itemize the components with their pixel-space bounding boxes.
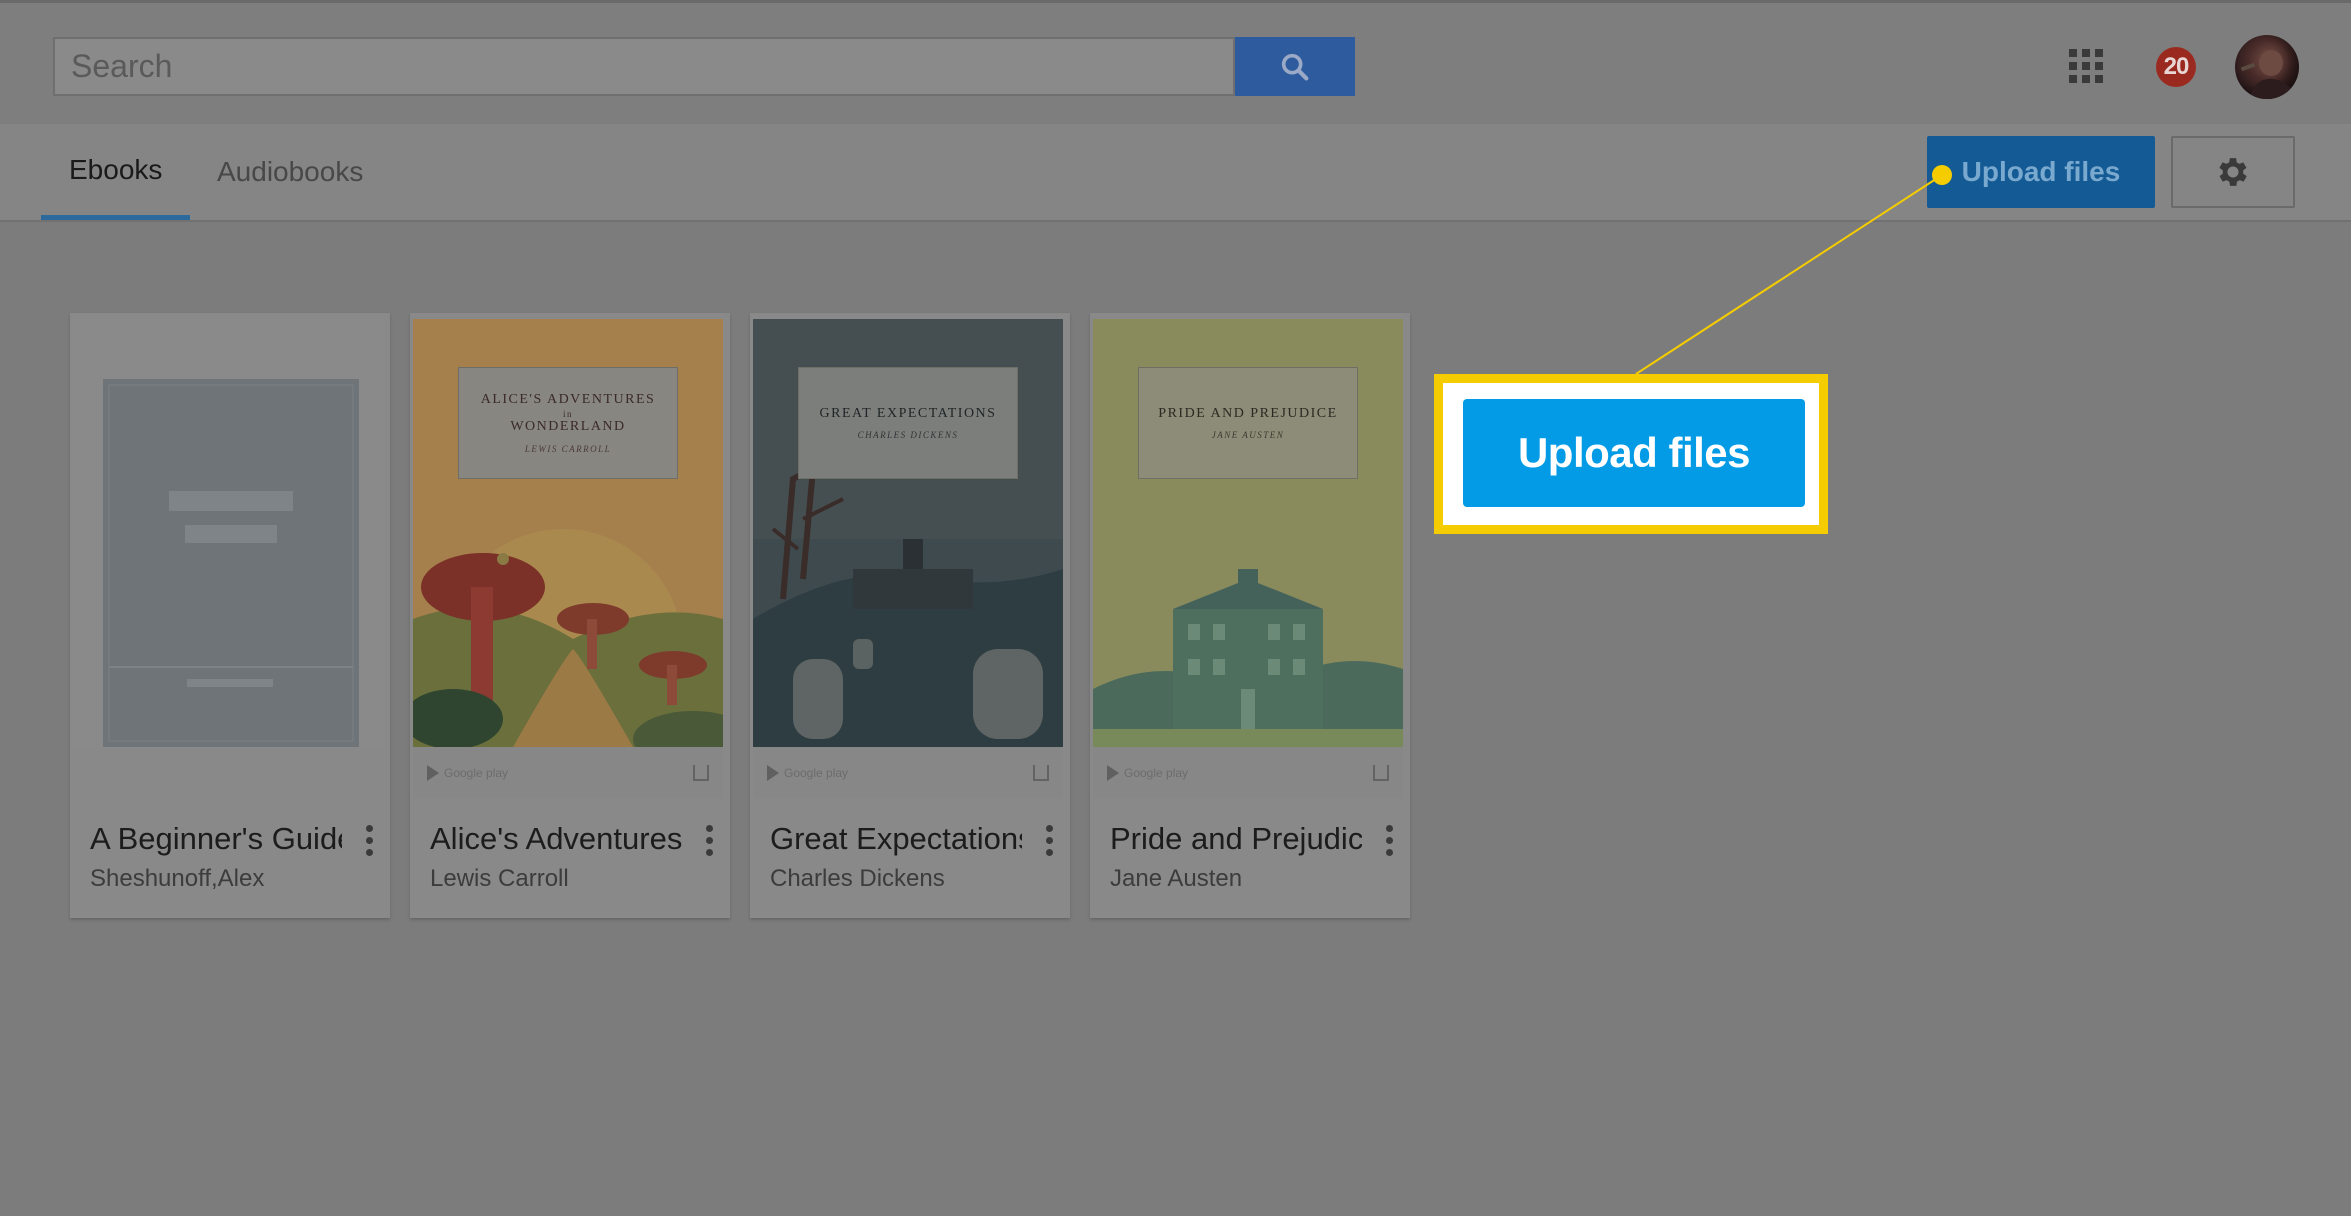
book-info: Great Expectations Charles Dickens xyxy=(750,803,1070,918)
book-cover[interactable]: PRIDE AND PREJUDICE JANE AUSTEN xyxy=(1093,319,1403,747)
cover-label: PRIDE AND PREJUDICE JANE AUSTEN xyxy=(1138,367,1358,479)
book-card[interactable]: ALICE'S ADVENTURES in WONDERLAND LEWIS C… xyxy=(410,313,730,918)
tab-audiobooks[interactable]: Audiobooks xyxy=(189,124,391,220)
book-card[interactable]: A Beginner's Guide Sheshunoff,Alex xyxy=(70,313,390,918)
google-play-logo: Google play xyxy=(767,765,848,781)
more-options-icon[interactable] xyxy=(366,825,374,856)
tab-bar: Ebooks Audiobooks Upload files xyxy=(0,124,2351,222)
book-info: Pride and Prejudice Jane Austen xyxy=(1090,803,1410,918)
google-play-strip: Google play xyxy=(1093,747,1403,799)
gear-icon xyxy=(2219,158,2247,186)
book-title[interactable]: A Beginner's Guide xyxy=(90,821,342,857)
cover-label: ALICE'S ADVENTURES in WONDERLAND LEWIS C… xyxy=(458,367,678,479)
search-icon xyxy=(1281,53,1309,80)
book-cover[interactable]: ALICE'S ADVENTURES in WONDERLAND LEWIS C… xyxy=(413,319,723,747)
notification-badge[interactable]: 20 xyxy=(2156,47,2196,87)
upload-files-callout: Upload files xyxy=(1434,374,1828,534)
google-play-strip: Google play xyxy=(413,747,723,799)
book-icon xyxy=(693,765,709,781)
book-title[interactable]: Alice's Adventures xyxy=(430,821,682,857)
book-card[interactable]: GREAT EXPECTATIONS CHARLES DICKENS Googl… xyxy=(750,313,1070,918)
book-title[interactable]: Pride and Prejudice xyxy=(1110,821,1362,857)
book-card[interactable]: PRIDE AND PREJUDICE JANE AUSTEN Google p… xyxy=(1090,313,1410,918)
more-options-icon[interactable] xyxy=(1046,825,1054,856)
book-cover[interactable] xyxy=(73,319,383,747)
upload-files-button[interactable]: Upload files xyxy=(1927,136,2155,208)
more-options-icon[interactable] xyxy=(706,825,714,856)
search-input[interactable]: Search xyxy=(53,37,1235,96)
more-options-icon[interactable] xyxy=(1386,825,1394,856)
top-bar: Search 20 xyxy=(0,0,2351,124)
google-play-logo: Google play xyxy=(1107,765,1188,781)
book-cover[interactable]: GREAT EXPECTATIONS CHARLES DICKENS xyxy=(753,319,1063,747)
settings-button[interactable] xyxy=(2171,136,2295,208)
google-play-strip: Google play xyxy=(753,747,1063,799)
search-button[interactable] xyxy=(1235,37,1355,96)
upload-files-callout-button[interactable]: Upload files xyxy=(1463,399,1805,507)
tab-ebooks[interactable]: Ebooks xyxy=(41,124,191,220)
cover-label: GREAT EXPECTATIONS CHARLES DICKENS xyxy=(798,367,1018,479)
search-bar: Search xyxy=(53,37,1355,96)
book-author: Charles Dickens xyxy=(770,865,945,892)
book-icon xyxy=(1373,765,1389,781)
book-author: Lewis Carroll xyxy=(430,865,569,892)
book-info: A Beginner's Guide Sheshunoff,Alex xyxy=(70,803,390,918)
apps-grid-icon[interactable] xyxy=(2069,49,2103,83)
google-play-logo: Google play xyxy=(427,765,508,781)
avatar[interactable] xyxy=(2235,35,2299,99)
book-author: Sheshunoff,Alex xyxy=(90,865,265,892)
book-info: Alice's Adventures Lewis Carroll xyxy=(410,803,730,918)
book-author: Jane Austen xyxy=(1110,865,1243,892)
callout-pointer-dot xyxy=(1932,165,1952,185)
book-icon xyxy=(1033,765,1049,781)
book-title[interactable]: Great Expectations xyxy=(770,821,1022,857)
